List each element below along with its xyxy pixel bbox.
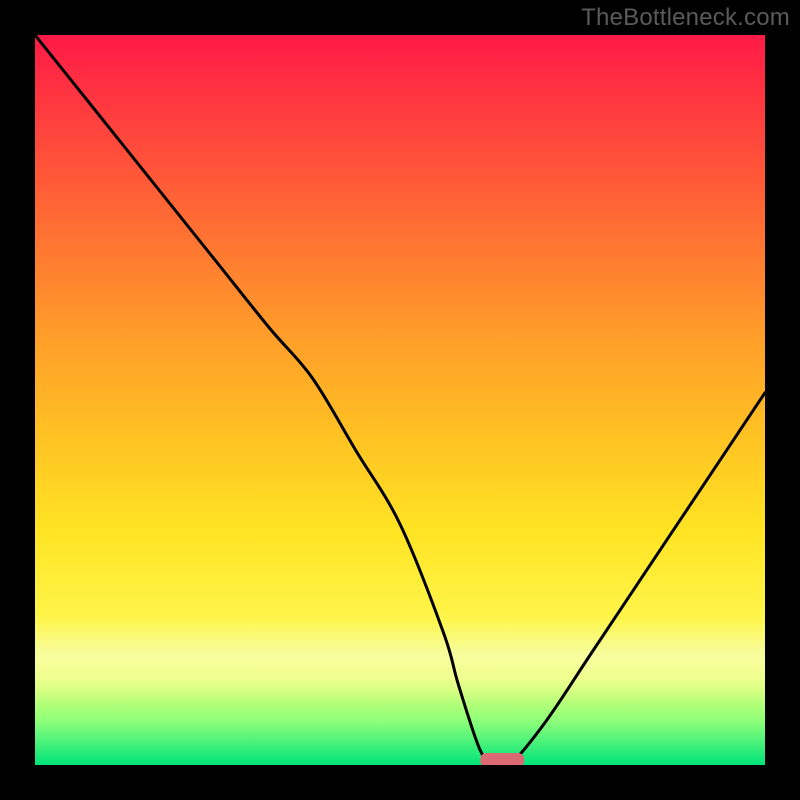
optimal-marker (35, 35, 765, 765)
optimal-marker-rect (480, 753, 524, 765)
chart-frame: TheBottleneck.com (0, 0, 800, 800)
watermark-text: TheBottleneck.com (581, 4, 790, 32)
plot-area (35, 35, 765, 765)
